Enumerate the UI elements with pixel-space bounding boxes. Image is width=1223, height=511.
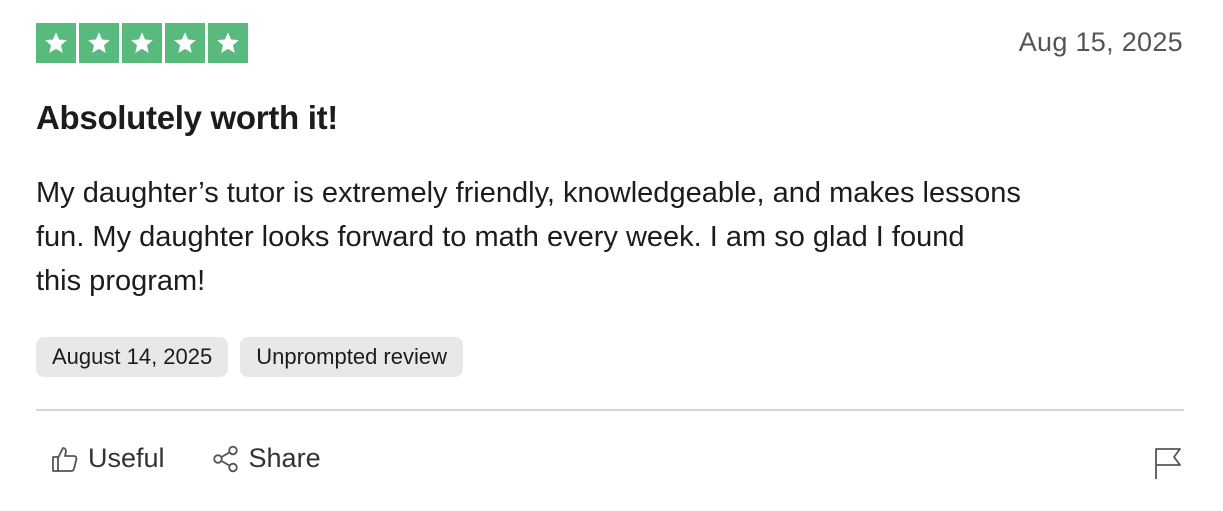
review-body-line: My daughter’s tutor is extremely friendl… [36,177,1021,209]
review-card: Aug 15, 2025 Absolutely worth it! My dau… [0,0,1223,511]
review-body: My daughter’s tutor is extremely friendl… [36,171,1186,303]
useful-button[interactable]: Useful [50,443,165,474]
flag-icon [1155,448,1181,479]
share-icon [212,445,238,472]
share-button[interactable]: Share [211,443,321,474]
star-icon [131,32,153,53]
star-icon [45,32,67,53]
experience-date-badge: August 14, 2025 [36,337,229,377]
star-icon [88,32,110,53]
star-5 [208,23,248,63]
review-body-line: this program! [36,265,206,297]
star-1 [36,23,76,63]
report-button[interactable] [1153,446,1183,480]
star-2 [79,23,119,63]
thumbs-up-icon [52,446,78,472]
review-title: Absolutely worth it! [36,99,338,136]
share-label: Share [248,443,321,473]
review-actions: Useful Share [50,443,321,474]
star-icon [174,32,196,53]
useful-label: Useful [88,443,165,473]
review-type-badge: Unprompted review [240,337,463,377]
star-rating [36,23,248,63]
review-body-line: fun. My daughter looks forward to math e… [36,221,965,253]
star-4 [165,23,205,63]
star-icon [217,32,239,53]
review-date: Aug 15, 2025 [1018,27,1183,57]
divider [36,409,1184,411]
star-3 [122,23,162,63]
review-tags: August 14, 2025 Unprompted review [36,337,463,377]
